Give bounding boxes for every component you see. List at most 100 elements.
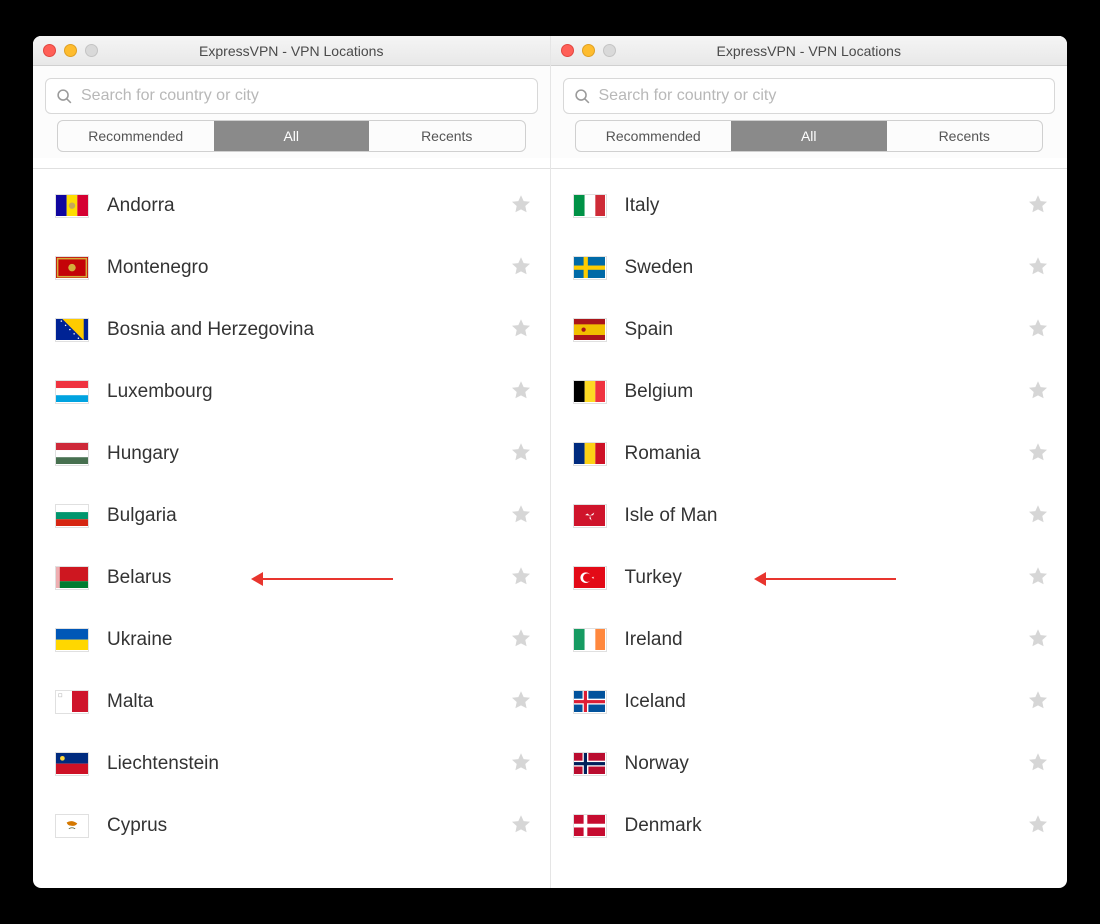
flag-icon	[573, 380, 607, 404]
favorite-star-icon[interactable]	[1027, 565, 1049, 592]
list-item[interactable]: Cyprus	[33, 795, 550, 857]
window-title: ExpressVPN - VPN Locations	[33, 43, 550, 59]
search-box[interactable]	[563, 78, 1056, 114]
location-name: Spain	[625, 319, 1028, 341]
list-item[interactable]: Ireland	[551, 609, 1068, 671]
list-item[interactable]: Turkey	[551, 547, 1068, 609]
flag-icon	[55, 566, 89, 590]
favorite-star-icon[interactable]	[510, 317, 532, 344]
list-item[interactable]: Montenegro	[33, 237, 550, 299]
tab-recommended[interactable]: Recommended	[576, 121, 732, 151]
favorite-star-icon[interactable]	[1027, 503, 1049, 530]
list-item[interactable]: Andorra	[33, 175, 550, 237]
flag-icon	[55, 380, 89, 404]
list-item[interactable]: Ukraine	[33, 609, 550, 671]
favorite-star-icon[interactable]	[1027, 441, 1049, 468]
flag-icon	[573, 504, 607, 528]
favorite-star-icon[interactable]	[1027, 689, 1049, 716]
list-item[interactable]: Denmark	[551, 795, 1068, 857]
favorite-star-icon[interactable]	[1027, 379, 1049, 406]
location-list: Italy Sweden Spain Belgium Romania Isle of Ma…	[551, 169, 1068, 888]
tabs: Recommended All Recents	[575, 120, 1044, 152]
list-item[interactable]: Hungary	[33, 423, 550, 485]
favorite-star-icon[interactable]	[510, 565, 532, 592]
zoom-icon[interactable]	[85, 44, 98, 57]
tab-all[interactable]: All	[731, 121, 887, 151]
search-icon	[56, 88, 73, 105]
list-item[interactable]: Bosnia and Herzegovina	[33, 299, 550, 361]
zoom-icon[interactable]	[603, 44, 616, 57]
favorite-star-icon[interactable]	[1027, 813, 1049, 840]
list-item[interactable]: Bulgaria	[33, 485, 550, 547]
location-name: Belgium	[625, 381, 1028, 403]
flag-icon	[573, 628, 607, 652]
flag-icon	[573, 256, 607, 280]
list-item[interactable]: Isle of Man	[551, 485, 1068, 547]
tab-recents[interactable]: Recents	[369, 121, 525, 151]
favorite-star-icon[interactable]	[510, 441, 532, 468]
tab-all[interactable]: All	[214, 121, 370, 151]
traffic-lights	[561, 44, 616, 57]
list-item[interactable]: Sweden	[551, 237, 1068, 299]
favorite-star-icon[interactable]	[510, 255, 532, 282]
location-name: Sweden	[625, 257, 1028, 279]
close-icon[interactable]	[43, 44, 56, 57]
favorite-star-icon[interactable]	[510, 627, 532, 654]
location-name: Denmark	[625, 815, 1028, 837]
favorite-star-icon[interactable]	[1027, 255, 1049, 282]
flag-icon	[55, 752, 89, 776]
list-item[interactable]: Luxembourg	[33, 361, 550, 423]
location-name: Belarus	[107, 567, 510, 589]
favorite-star-icon[interactable]	[1027, 751, 1049, 778]
close-icon[interactable]	[561, 44, 574, 57]
location-name: Andorra	[107, 195, 510, 217]
minimize-icon[interactable]	[64, 44, 77, 57]
flag-icon	[55, 194, 89, 218]
search-icon	[574, 88, 591, 105]
search-input[interactable]	[81, 87, 527, 105]
favorite-star-icon[interactable]	[510, 379, 532, 406]
flag-icon	[55, 442, 89, 466]
flag-icon	[55, 628, 89, 652]
location-name: Turkey	[625, 567, 1028, 589]
location-name: Ireland	[625, 629, 1028, 651]
favorite-star-icon[interactable]	[510, 689, 532, 716]
search-wrap: Recommended All Recents	[551, 66, 1068, 158]
dual-window: ExpressVPN - VPN Locations Recommended A…	[33, 36, 1067, 888]
list-item[interactable]: Malta	[33, 671, 550, 733]
flag-icon	[55, 814, 89, 838]
list-item[interactable]: Iceland	[551, 671, 1068, 733]
favorite-star-icon[interactable]	[510, 751, 532, 778]
list-item[interactable]: Belgium	[551, 361, 1068, 423]
location-name: Ukraine	[107, 629, 510, 651]
favorite-star-icon[interactable]	[510, 503, 532, 530]
favorite-star-icon[interactable]	[1027, 627, 1049, 654]
location-name: Liechtenstein	[107, 753, 510, 775]
list-item[interactable]: Belarus	[33, 547, 550, 609]
pane-right: ExpressVPN - VPN Locations Recommended A…	[551, 36, 1068, 888]
favorite-star-icon[interactable]	[510, 193, 532, 220]
flag-icon	[573, 690, 607, 714]
minimize-icon[interactable]	[582, 44, 595, 57]
list-item[interactable]: Romania	[551, 423, 1068, 485]
list-item[interactable]: Norway	[551, 733, 1068, 795]
favorite-star-icon[interactable]	[510, 813, 532, 840]
tab-recents[interactable]: Recents	[887, 121, 1043, 151]
location-name: Iceland	[625, 691, 1028, 713]
flag-icon	[55, 318, 89, 342]
tab-recommended[interactable]: Recommended	[58, 121, 214, 151]
flag-icon	[573, 318, 607, 342]
list-item[interactable]: Italy	[551, 175, 1068, 237]
list-item[interactable]: Spain	[551, 299, 1068, 361]
favorite-star-icon[interactable]	[1027, 317, 1049, 344]
location-name: Romania	[625, 443, 1028, 465]
search-input[interactable]	[599, 87, 1045, 105]
list-item[interactable]: Liechtenstein	[33, 733, 550, 795]
search-box[interactable]	[45, 78, 538, 114]
flag-icon	[55, 256, 89, 280]
location-list: AndorraMontenegroBosnia and HerzegovinaL…	[33, 169, 550, 888]
search-wrap: Recommended All Recents	[33, 66, 550, 158]
favorite-star-icon[interactable]	[1027, 193, 1049, 220]
pane-left: ExpressVPN - VPN Locations Recommended A…	[33, 36, 551, 888]
titlebar: ExpressVPN - VPN Locations	[551, 36, 1068, 66]
